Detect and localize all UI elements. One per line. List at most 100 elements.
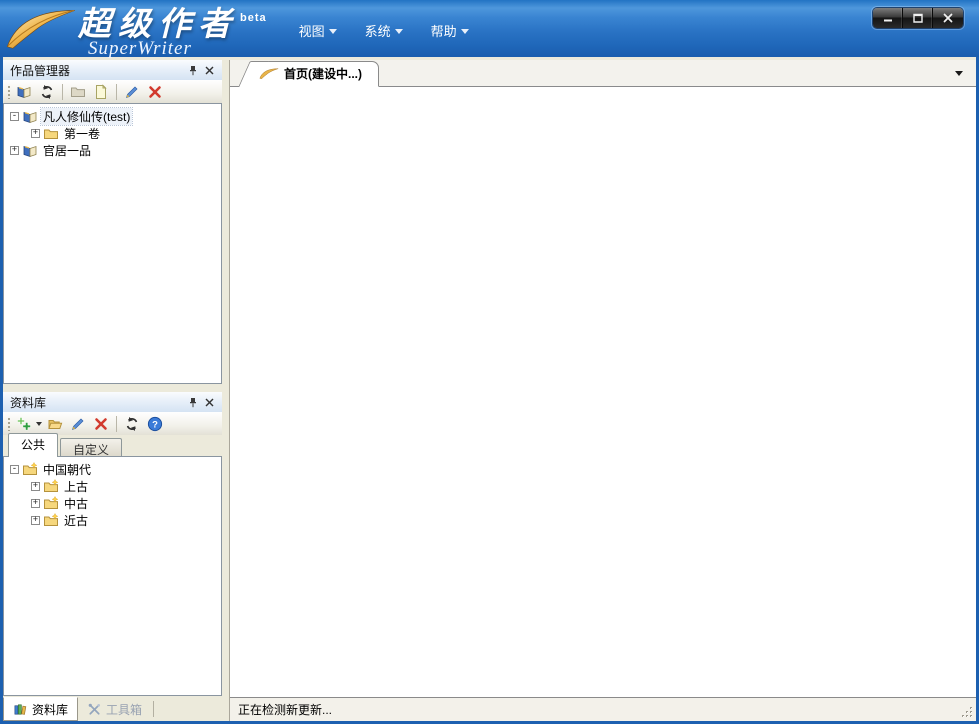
tab-list-dropdown-button[interactable] bbox=[952, 67, 966, 79]
tab-separator bbox=[153, 701, 155, 717]
refresh-button[interactable] bbox=[122, 414, 142, 434]
toolbar-grip bbox=[6, 84, 10, 99]
panel-close-button[interactable] bbox=[201, 63, 217, 78]
app-feather-logo-icon bbox=[4, 5, 78, 53]
add-dropdown-icon[interactable] bbox=[36, 421, 42, 426]
open-folder-icon bbox=[48, 419, 63, 429]
tab-custom[interactable]: 自定义 bbox=[60, 438, 123, 457]
library-panel-title: 资料库 bbox=[10, 395, 47, 410]
menu-help[interactable]: 帮助 bbox=[431, 21, 469, 40]
chevron-down-icon bbox=[394, 29, 403, 34]
refresh-button[interactable] bbox=[37, 82, 57, 102]
titlebar: 超级作者 beta SuperWriter 视图 系统 帮助 bbox=[0, 0, 979, 59]
delete-button[interactable] bbox=[145, 82, 165, 102]
open-folder-button[interactable] bbox=[45, 414, 65, 434]
beta-badge: beta bbox=[240, 12, 267, 24]
pin-button[interactable] bbox=[185, 395, 201, 410]
close-icon bbox=[205, 66, 213, 74]
bottom-tab-library[interactable]: 资料库 bbox=[3, 697, 79, 721]
minimize-icon bbox=[883, 19, 892, 22]
expand-expander[interactable]: + bbox=[10, 146, 19, 155]
menu-system-label: 系统 bbox=[364, 24, 391, 39]
tab-home-label: 首页(建设中...) bbox=[284, 67, 362, 81]
expand-expander[interactable]: + bbox=[31, 482, 40, 491]
works-panel-title: 作品管理器 bbox=[10, 63, 71, 78]
edit-button[interactable] bbox=[68, 414, 88, 434]
tools-icon bbox=[88, 703, 101, 715]
menu-system[interactable]: 系统 bbox=[365, 21, 403, 40]
book-icon bbox=[23, 111, 37, 123]
folder-button[interactable] bbox=[68, 82, 88, 102]
new-document-icon bbox=[96, 83, 107, 99]
add-book-button[interactable] bbox=[14, 82, 34, 102]
feather-icon bbox=[259, 68, 279, 79]
delete-button[interactable] bbox=[91, 414, 111, 434]
close-button[interactable] bbox=[933, 8, 963, 28]
resize-grip-icon[interactable] bbox=[961, 706, 974, 719]
tab-public[interactable]: 公共 bbox=[8, 433, 59, 457]
library-toolbar: ? bbox=[3, 412, 222, 435]
main-area: 首页(建设中...) 正在检测新更新... bbox=[229, 60, 976, 721]
edit-button[interactable] bbox=[122, 82, 142, 102]
bottom-tab-toolbox[interactable]: 工具箱 bbox=[78, 697, 151, 721]
close-icon bbox=[943, 13, 953, 23]
bottom-tab-toolbox-label: 工具箱 bbox=[106, 702, 143, 717]
chevron-down-icon bbox=[328, 29, 337, 34]
pin-button[interactable] bbox=[185, 63, 201, 78]
tree-row[interactable]: + 中古 bbox=[4, 495, 221, 512]
tree-row[interactable]: - 中国朝代 bbox=[4, 461, 221, 478]
toolbar-grip bbox=[6, 416, 10, 431]
tree-item-label: 中国朝代 bbox=[43, 463, 92, 477]
tree-row[interactable]: + 官居一品 bbox=[4, 142, 221, 159]
toolbar-separator bbox=[62, 83, 63, 100]
library-panel-caption: 资料库 bbox=[3, 392, 222, 412]
collapse-expander[interactable]: - bbox=[10, 112, 19, 121]
maximize-icon bbox=[912, 13, 923, 23]
panel-gap bbox=[3, 384, 222, 392]
tree-row[interactable]: + 第一卷 bbox=[4, 125, 221, 142]
delete-x-icon bbox=[149, 85, 161, 98]
tab-home[interactable]: 首页(建设中...) bbox=[252, 61, 379, 87]
tree-row[interactable]: + 上古 bbox=[4, 478, 221, 495]
works-tree: - 凡人修仙传(test) + 第一卷 + 官居一品 bbox=[3, 103, 222, 384]
tree-row[interactable]: - 凡人修仙传(test) bbox=[4, 107, 221, 126]
tree-row[interactable]: + 近古 bbox=[4, 512, 221, 529]
panel-close-button[interactable] bbox=[201, 395, 217, 410]
bottom-dock-tabs: 资料库 工具箱 bbox=[3, 696, 222, 721]
app-window: 超级作者 beta SuperWriter 视图 系统 帮助 作品管理器 - 凡… bbox=[0, 0, 979, 724]
maximize-button[interactable] bbox=[903, 8, 933, 28]
statusbar: 正在检测新更新... bbox=[230, 698, 976, 721]
help-button[interactable]: ? bbox=[145, 414, 165, 434]
expand-expander[interactable]: + bbox=[31, 129, 40, 138]
menu-view[interactable]: 视图 bbox=[299, 21, 337, 40]
tree-item-label: 第一卷 bbox=[64, 127, 101, 141]
expand-expander[interactable]: + bbox=[31, 516, 40, 525]
toolbar-separator bbox=[116, 415, 117, 432]
vertical-splitter[interactable] bbox=[222, 60, 229, 721]
tab-public-label: 公共 bbox=[21, 438, 46, 452]
pushpin-icon bbox=[190, 65, 196, 75]
add-plus-icon bbox=[17, 416, 31, 430]
menu-view-label: 视图 bbox=[298, 24, 325, 39]
menubar: 视图 系统 帮助 bbox=[299, 21, 469, 40]
refresh-icon bbox=[41, 84, 53, 99]
library-tabs: 公共 自定义 bbox=[3, 433, 222, 457]
document-tabstrip: 首页(建设中...) bbox=[230, 60, 976, 87]
chevron-down-icon bbox=[955, 70, 963, 76]
delete-x-icon bbox=[95, 417, 107, 430]
new-document-button[interactable] bbox=[91, 82, 111, 102]
pushpin-icon bbox=[190, 397, 196, 407]
folder-sparkle-icon bbox=[44, 512, 59, 526]
works-toolbar bbox=[3, 80, 222, 103]
minimize-button[interactable] bbox=[873, 8, 903, 28]
tree-item-label: 中古 bbox=[64, 497, 89, 511]
collapse-expander[interactable]: - bbox=[10, 465, 19, 474]
document-content bbox=[230, 87, 976, 698]
add-item-button[interactable] bbox=[14, 414, 34, 434]
tree-item-label: 上古 bbox=[64, 480, 89, 494]
folder-sparkle-icon bbox=[23, 461, 38, 475]
status-message: 正在检测新更新... bbox=[238, 703, 333, 717]
expand-expander[interactable]: + bbox=[31, 499, 40, 508]
refresh-icon bbox=[126, 416, 138, 431]
tree-item-label: 近古 bbox=[64, 514, 89, 528]
